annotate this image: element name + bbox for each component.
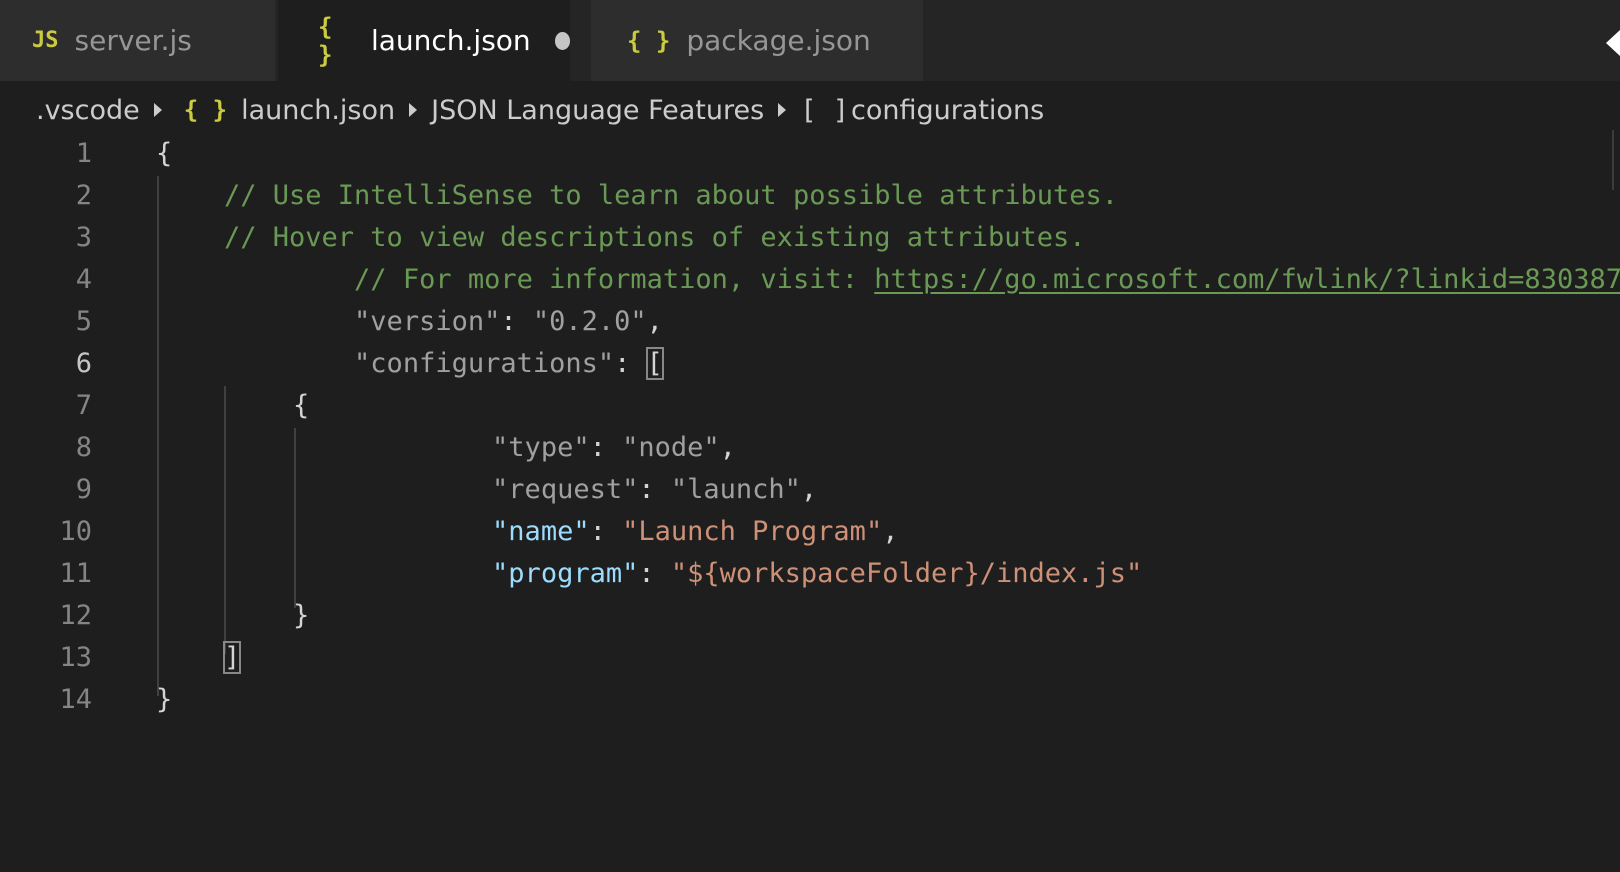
comment-link[interactable]: https://go.microsoft.com/fwlink/?linkid=… xyxy=(874,264,1620,295)
line-number: 8 xyxy=(75,431,92,463)
code-line[interactable]: 2 // Use IntelliSense to learn about pos… xyxy=(0,174,1620,216)
line-number: 6 xyxy=(75,347,92,379)
chevron-right-icon xyxy=(409,103,418,117)
code-line[interactable]: 12 } xyxy=(0,594,1620,636)
code-line[interactable]: 7 { xyxy=(0,384,1620,426)
breadcrumb-symbol[interactable]: configurations xyxy=(851,95,1044,126)
tab-package-json[interactable]: { } package.json xyxy=(591,0,923,81)
json-file-icon: { } xyxy=(318,12,333,69)
vertical-scrollbar[interactable] xyxy=(1612,130,1620,190)
tab-label: package.json xyxy=(686,24,871,57)
tab-launch-json[interactable]: { } launch.json xyxy=(278,0,570,81)
breadcrumb-file[interactable]: launch.json xyxy=(241,95,395,126)
line-number: 3 xyxy=(75,221,92,253)
code-line[interactable]: 6 "configurations": [ xyxy=(0,342,1620,384)
json-colon: : xyxy=(614,347,647,379)
line-number: 13 xyxy=(59,641,92,673)
chevron-right-icon xyxy=(778,103,787,117)
line-number: 11 xyxy=(59,557,92,589)
code-line[interactable]: 13 ] xyxy=(0,636,1620,678)
line-number: 5 xyxy=(75,305,92,337)
code-text: } xyxy=(293,599,310,631)
json-value: "${workspaceFolder}/index.js" xyxy=(670,557,1143,589)
json-colon: : xyxy=(638,557,671,589)
code-text: { xyxy=(156,137,173,169)
breadcrumb-section[interactable]: JSON Language Features xyxy=(431,95,764,126)
line-number: 14 xyxy=(59,683,92,715)
code-text: { xyxy=(293,389,310,421)
split-editor-icon[interactable] xyxy=(1606,30,1620,56)
json-file-icon: { } xyxy=(627,26,671,55)
matched-bracket: ] xyxy=(222,640,242,674)
tab-server-js[interactable]: JS server.js xyxy=(0,0,275,81)
line-number: 2 xyxy=(75,179,92,211)
breadcrumb: .vscode { } launch.json JSON Language Fe… xyxy=(36,84,1044,136)
tab-label: launch.json xyxy=(370,24,531,57)
tab-bar: JS server.js { } launch.json { } package… xyxy=(0,0,1620,81)
code-line[interactable]: 1 { xyxy=(0,132,1620,174)
code-text: } xyxy=(156,683,173,715)
line-number: 7 xyxy=(75,389,92,421)
json-key: "configurations" xyxy=(354,347,615,379)
editor-window: JS server.js { } launch.json { } package… xyxy=(0,0,1620,872)
code-line[interactable]: 14 } xyxy=(0,678,1620,720)
line-number: 4 xyxy=(75,263,92,295)
code-line[interactable]: 11 "program": "${workspaceFolder}/index.… xyxy=(0,552,1620,594)
javascript-file-icon: JS xyxy=(32,28,59,53)
matched-bracket: [ xyxy=(645,346,664,380)
line-number: 9 xyxy=(75,473,92,505)
line-number: 1 xyxy=(75,137,92,169)
tab-label: server.js xyxy=(74,24,192,57)
chevron-right-icon xyxy=(153,103,162,117)
code-comment: // Use IntelliSense to learn about possi… xyxy=(224,179,1119,211)
unsaved-changes-dot-icon[interactable] xyxy=(554,31,570,50)
line-number: 10 xyxy=(59,515,92,547)
line-number: 12 xyxy=(59,599,92,631)
json-key: "program" xyxy=(492,557,639,589)
array-symbol-icon: [ ] xyxy=(800,94,849,126)
json-file-icon: { } xyxy=(183,96,228,124)
breadcrumb-folder[interactable]: .vscode xyxy=(36,95,140,126)
